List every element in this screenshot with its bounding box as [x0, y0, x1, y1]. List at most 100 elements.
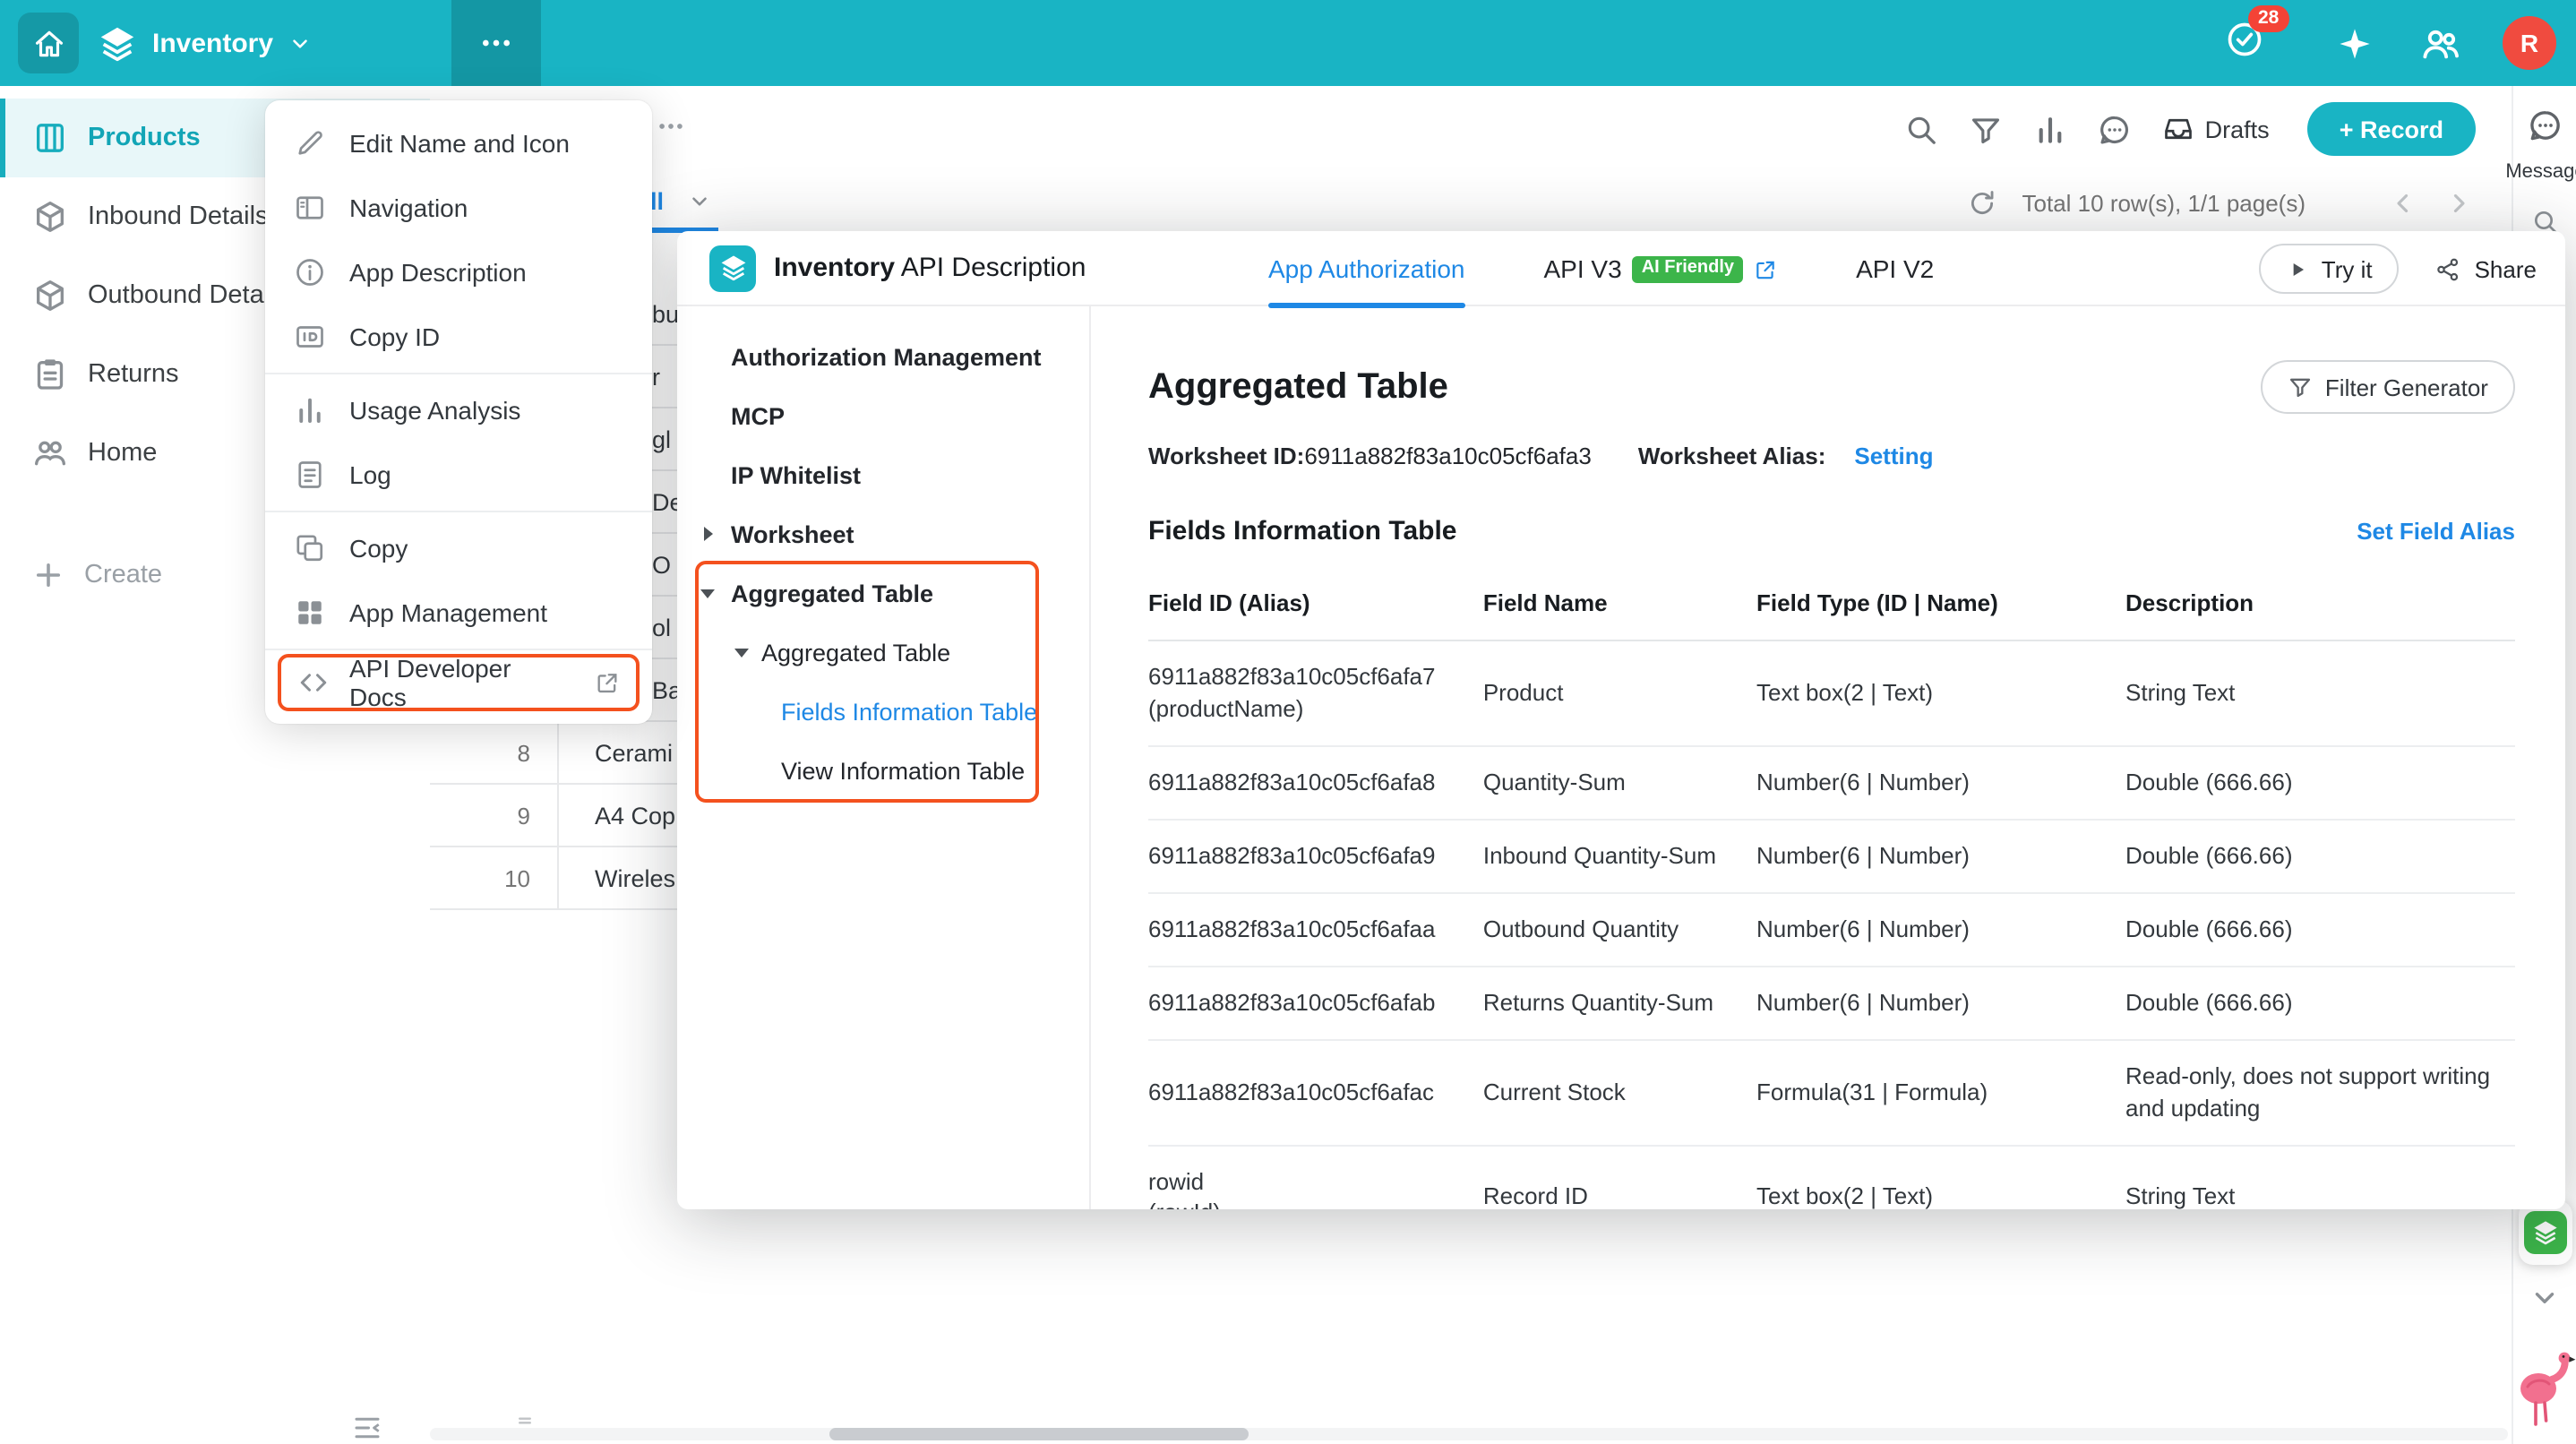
- sidebar-item-label: Inbound Details: [88, 202, 269, 231]
- nav-ip-whitelist[interactable]: IP Whitelist: [677, 446, 1089, 505]
- home-icon: [31, 26, 65, 60]
- filter-icon[interactable]: [1969, 112, 2003, 146]
- collapse-sidebar-icon[interactable]: [351, 1412, 383, 1444]
- app-switcher[interactable]: Inventory: [97, 0, 311, 86]
- menu-item-usage-analysis[interactable]: Usage Analysis: [265, 378, 652, 443]
- nav-aggregated-table[interactable]: Aggregated Table: [677, 564, 1089, 623]
- external-link-icon[interactable]: [1754, 257, 1777, 280]
- app-root: Inventory 28 R Products Inbound Details: [0, 0, 2576, 1444]
- menu-item-edit-name-and-icon[interactable]: Edit Name and Icon: [265, 111, 652, 176]
- menu-item-label: Edit Name and Icon: [349, 129, 570, 158]
- dialog-tabs: App Authorization API V3 AI Friendly API…: [1268, 231, 1934, 306]
- nav-label: MCP: [731, 403, 785, 430]
- tab-api-v3[interactable]: API V3 AI Friendly: [1544, 231, 1778, 306]
- fields-table: Field ID (Alias) Field Name Field Type (…: [1148, 572, 2515, 1209]
- menu-item-api-developer-docs[interactable]: API Developer Docs: [278, 654, 640, 711]
- plus-icon: [32, 559, 64, 591]
- menu-item-label: Navigation: [349, 193, 468, 222]
- field-name: Product: [1483, 640, 1756, 746]
- nav-fields-information-table[interactable]: Fields Information Table: [677, 683, 1089, 742]
- tab-label: API V2: [1856, 254, 1934, 283]
- field-name: Inbound Quantity-Sum: [1483, 820, 1756, 893]
- view-tab-bar: ll Total 10 row(s), 1/1 page(s): [430, 172, 2512, 233]
- menu-item-label: Usage Analysis: [349, 396, 520, 425]
- collapse-widget-icon[interactable]: [2529, 1283, 2560, 1313]
- tab-app-authorization[interactable]: App Authorization: [1268, 231, 1465, 306]
- share-button[interactable]: Share: [2435, 255, 2537, 282]
- drafts-button[interactable]: Drafts: [2162, 113, 2270, 145]
- scrollbar-thumb[interactable]: [829, 1428, 1249, 1440]
- worksheet-id-label: Worksheet ID:: [1148, 443, 1304, 469]
- row-title: A4 Cop: [595, 785, 675, 847]
- ai-sparkle-icon[interactable]: [2336, 24, 2374, 62]
- refresh-icon[interactable]: [1967, 187, 1997, 218]
- menu-item-app-management[interactable]: App Management: [265, 580, 652, 645]
- field-id: 6911a882f83a10c05cf6afa9: [1148, 840, 1462, 872]
- dialog-content: Aggregated Table Filter Generator Worksh…: [1091, 306, 2565, 1209]
- home-button[interactable]: [18, 13, 79, 73]
- row-title: Cerami: [595, 722, 673, 785]
- tasks-button[interactable]: 28: [2225, 19, 2264, 67]
- next-page-icon[interactable]: [2443, 187, 2474, 218]
- field-name: Quantity-Sum: [1483, 746, 1756, 820]
- field-description: Double (666.66): [2125, 820, 2515, 893]
- menu-item-app-description[interactable]: App Description: [265, 240, 652, 305]
- menu-item-navigation[interactable]: Navigation: [265, 176, 652, 240]
- tab-label: App Authorization: [1268, 254, 1465, 283]
- menu-item-label: Copy: [349, 534, 408, 563]
- chat-widget[interactable]: [2519, 1200, 2572, 1265]
- sidebar-item-label: Outbound Details: [88, 281, 288, 310]
- add-record-button[interactable]: + Record: [2307, 102, 2476, 156]
- code-icon: [297, 666, 330, 699]
- discussion-icon[interactable]: [2098, 112, 2132, 146]
- api-description-dialog: Inventory API Description App Authorizat…: [677, 231, 2565, 1209]
- nav-authorization-management[interactable]: Authorization Management: [677, 328, 1089, 387]
- field-description: Double (666.66): [2125, 966, 2515, 1039]
- menu-item-copy-id[interactable]: Copy ID: [265, 305, 652, 369]
- members-icon[interactable]: [2420, 22, 2461, 64]
- nav-view-information-table[interactable]: View Information Table: [677, 742, 1089, 801]
- view-tab-all[interactable]: ll: [650, 172, 664, 231]
- view-caret-icon[interactable]: [688, 190, 711, 213]
- field-id: 6911a882f83a10c05cf6afab: [1148, 986, 1462, 1019]
- nav-aggregated-table-child[interactable]: Aggregated Table: [677, 623, 1089, 683]
- drafts-icon: [2162, 113, 2194, 145]
- nav-worksheet[interactable]: Worksheet: [677, 505, 1089, 564]
- field-id: 6911a882f83a10c05cf6afa8: [1148, 767, 1462, 799]
- nav-label: Authorization Management: [731, 344, 1042, 371]
- row-fragment: bu: [652, 283, 679, 346]
- field-row: 6911a882f83a10c05cf6afa7(productName) Pr…: [1148, 640, 2515, 746]
- set-field-alias-link[interactable]: Set Field Alias: [2357, 518, 2515, 545]
- tab-api-v2[interactable]: API V2: [1856, 231, 1934, 306]
- products-icon: [32, 120, 68, 156]
- flamingo-mascot: [2515, 1347, 2576, 1430]
- dialog-actions: Try it Share: [2259, 244, 2537, 294]
- id-card-icon: [294, 321, 326, 353]
- field-row: 6911a882f83a10c05cf6afab Returns Quantit…: [1148, 966, 2515, 1039]
- menu-item-copy[interactable]: Copy: [265, 516, 652, 580]
- menu-divider: [265, 373, 652, 374]
- filter-generator-button[interactable]: Filter Generator: [2261, 360, 2515, 414]
- try-it-button[interactable]: Try it: [2259, 244, 2400, 294]
- field-alias: (rowId): [1148, 1198, 1462, 1209]
- app-more-button[interactable]: [451, 0, 541, 86]
- view-more-dots-icon[interactable]: [656, 111, 686, 142]
- nav-mcp[interactable]: MCP: [677, 387, 1089, 446]
- returns-icon: [32, 357, 68, 392]
- field-type: Text box(2 | Text): [1756, 640, 2125, 746]
- column-header: Field ID (Alias): [1148, 572, 1483, 640]
- bar-chart-icon: [294, 394, 326, 426]
- avatar[interactable]: R: [2503, 16, 2556, 70]
- expanded-arrow-icon: [734, 649, 749, 658]
- setting-link[interactable]: Setting: [1854, 443, 1933, 469]
- worksheet-id-value: 6911a882f83a10c05cf6afa3: [1304, 443, 1592, 469]
- menu-item-log[interactable]: Log: [265, 443, 652, 507]
- page-title: Aggregated Table: [1148, 366, 1448, 408]
- prev-page-icon[interactable]: [2388, 187, 2418, 218]
- search-icon[interactable]: [1904, 112, 1938, 146]
- inbound-icon: [32, 199, 68, 235]
- menu-item-label: API Developer Docs: [349, 654, 564, 711]
- message-bubble-icon[interactable]: [2528, 107, 2563, 143]
- topbar: Inventory 28 R: [0, 0, 2576, 86]
- statistics-icon[interactable]: [2033, 112, 2067, 146]
